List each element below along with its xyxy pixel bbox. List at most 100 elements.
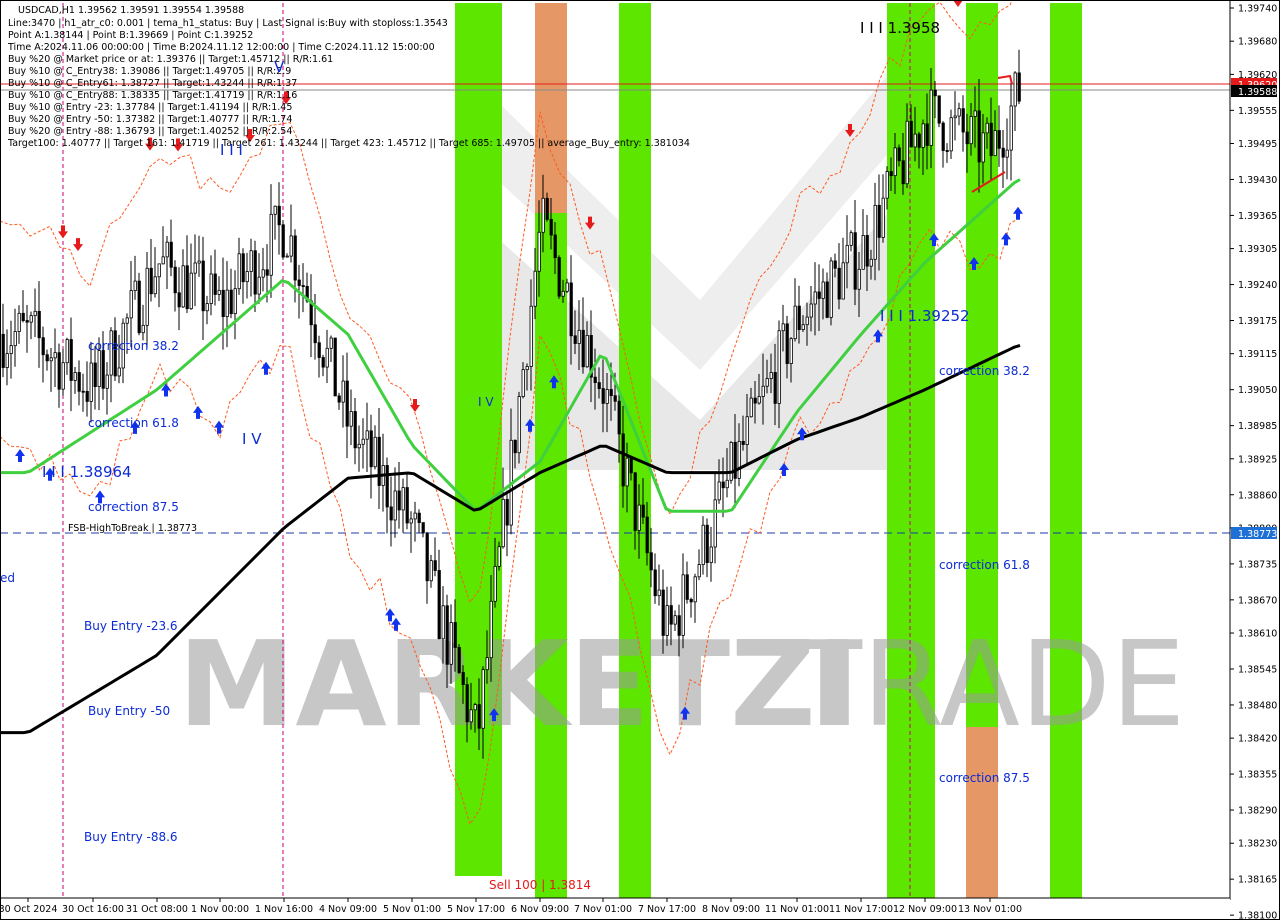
chart-canvas: MARKETZI TRADE USDCAD,H1 1.39562 1.39591… [0,0,1280,920]
candle-body [441,605,445,640]
candle-body [225,289,229,317]
candle-body [841,262,845,300]
candle-body [569,282,573,337]
candle-body [881,197,885,238]
y-tick-label: 1.39430 [1238,175,1277,186]
red-top-segment [997,74,1013,85]
candle-body [237,253,241,290]
candle-body [141,324,145,334]
candle-body [345,380,349,427]
candle-body [1005,149,1009,158]
y-tick-label: 1.39495 [1238,139,1277,150]
candle-body [65,339,69,364]
candle-body [725,479,729,489]
candle-body [665,605,669,636]
y-tick-label: 1.39240 [1238,280,1277,291]
candle-body [481,669,485,729]
candle-body [701,524,705,565]
info-line: Buy %20 @ Market price or at: 1.39376 ||… [8,54,333,65]
candle-body [1009,105,1013,151]
candle-body [197,260,201,264]
candle-body [969,116,973,145]
candle-body [653,569,657,597]
chart-root: MARKETZI TRADE USDCAD,H1 1.39562 1.39591… [0,0,1280,920]
buy-arrow-icon [214,420,224,434]
candle-body [845,244,849,264]
candle-body [929,89,933,146]
candle-body [233,288,237,315]
wave-label-top: I I I 1.3958 [860,19,940,37]
candle-body [361,438,365,445]
y-tick-label: 1.38165 [1238,875,1277,886]
y-tick-label: 1.38735 [1238,559,1277,570]
candle-body [133,280,137,291]
candle-body [993,130,997,157]
candle-body [425,532,429,582]
candle-body [693,576,697,603]
candle-body [469,709,473,723]
candle-body [685,574,689,600]
candle-body [377,436,381,486]
candle-body [349,411,353,427]
candle-body [93,362,97,387]
candle-body [797,305,801,330]
candle-body [821,281,825,299]
candle-body [273,205,277,215]
candle-body [837,267,841,300]
candle-body [389,506,393,521]
candle-body [253,250,257,295]
candle-body [869,258,873,267]
candle-body [997,130,1001,149]
candle-body [873,204,877,260]
candle-body [333,337,337,397]
candle-body [473,704,477,711]
candle-body [513,439,517,454]
info-block: USDCAD,H1 1.39562 1.39591 1.39554 1.3958… [7,5,690,149]
candle-body [785,323,789,365]
candle-body [749,397,753,418]
candle-body [957,108,961,117]
info-line: Line:3470 | h1_atr_c0: 0.001 | tema_h1_s… [8,18,448,29]
y-tick-label: 1.39680 [1238,37,1277,48]
candle-body [857,268,861,290]
info-line: Buy %10 @ C_Entry88: 1.38335 || Target:1… [8,90,297,101]
candle-body [805,316,809,326]
candle-body [409,518,413,524]
candle-body [37,310,41,339]
candle-body [909,120,913,148]
candle-body [201,260,205,312]
candle-body [117,367,121,377]
candle-body [965,131,969,145]
candle-body [209,273,213,305]
candle-body [945,150,949,152]
buy-arrow-icon [1013,206,1023,220]
candle-body [689,599,693,603]
candle-body [41,337,45,356]
x-tick-label: 1 Nov 00:00 [191,904,249,915]
candle-body [313,324,317,344]
candle-body [577,329,581,344]
candle-body [901,160,905,185]
y-tick-label: 1.38290 [1238,806,1277,817]
candle-body [853,232,857,290]
candle-body [557,257,561,297]
candle-body [561,290,565,297]
candle-body [325,347,329,368]
candle-body [505,498,509,526]
candle-body [245,271,249,283]
candle-body [29,315,33,323]
candle-body [889,171,893,177]
candle-body [341,380,345,403]
buy-arrow-icon [15,449,25,463]
candle-body [925,123,929,146]
candle-body [669,605,673,625]
candle-body [793,305,797,340]
wave-label-iv-mid: I V [478,395,494,409]
candle-body [773,372,777,404]
y-tick-label: 1.39555 [1238,106,1277,117]
candle-body [493,565,497,602]
candle-body [421,522,425,534]
x-tick-label: 5 Nov 01:00 [383,904,441,915]
info-line: Buy %10 @ C_Entry38: 1.39086 || Target:1… [8,66,291,77]
candle-body [373,436,377,468]
